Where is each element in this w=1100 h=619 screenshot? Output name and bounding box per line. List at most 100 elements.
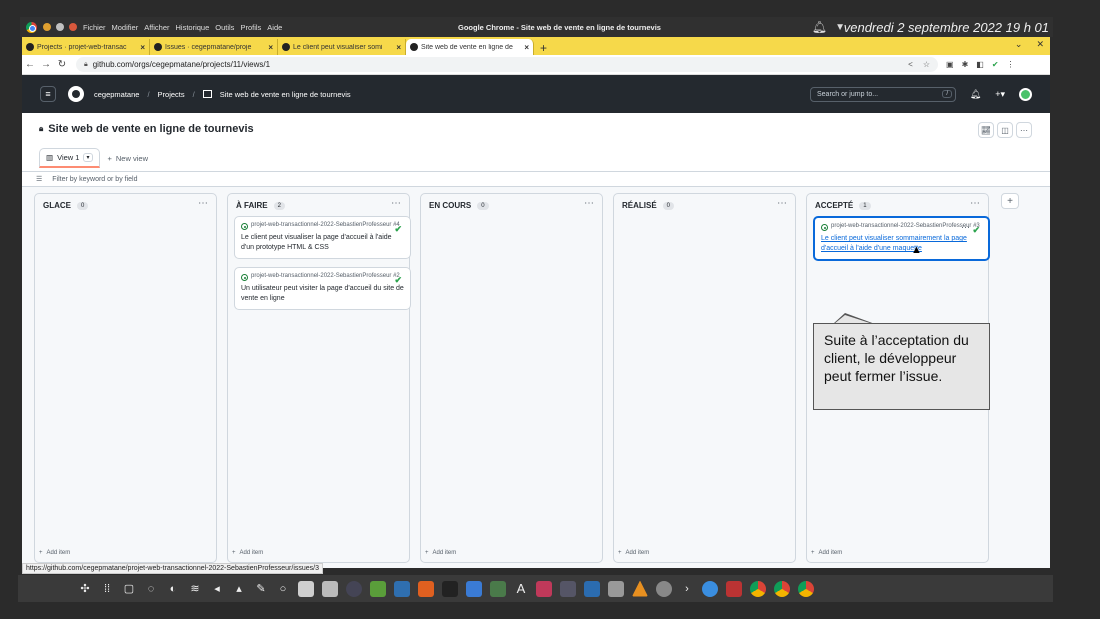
more-options-icon[interactable]: ⋯ (1016, 122, 1032, 138)
tab-close-icon[interactable]: × (140, 43, 145, 52)
card-title[interactable]: Le client peut visualiser la page d'accu… (241, 233, 404, 253)
tab-view-1[interactable]: ▥ View 1 ▾ (39, 148, 100, 168)
breadcrumb-project[interactable]: Site web de vente en ligne de tournevis (220, 90, 351, 99)
tab-close-icon[interactable]: × (396, 43, 401, 52)
chrome-icon[interactable] (798, 580, 814, 597)
window-minimize-button[interactable] (43, 23, 51, 31)
tab-close-icon[interactable]: × (268, 43, 273, 52)
sublime-icon[interactable] (418, 580, 434, 597)
add-item-button[interactable]: + Add item (425, 550, 456, 556)
file-manager-icon[interactable] (298, 580, 314, 597)
new-view-button[interactable]: + New view (108, 154, 148, 163)
image-viewer-icon[interactable] (490, 580, 506, 597)
card-title-link[interactable]: Le client peut visualiser sommairement l… (821, 234, 982, 254)
column-more-icon[interactable]: ⋯ (970, 198, 980, 209)
tab-project-board[interactable]: Site web de vente en ligne de × (406, 39, 534, 55)
tab-close-icon[interactable]: × (524, 43, 529, 52)
card-title[interactable]: Un utilisateur peut visiter la page d'ac… (241, 284, 404, 304)
add-item-button[interactable]: + Add item (811, 550, 842, 556)
create-new-plus-icon[interactable]: +▾ (995, 89, 1005, 100)
lock-icon[interactable]: 🔒︎ (84, 61, 88, 69)
check-extension-icon[interactable]: ✔ (992, 60, 999, 69)
share-icon[interactable]: < (908, 60, 913, 69)
card-more-icon[interactable]: ⋯ (961, 222, 970, 233)
tab-issues[interactable]: Issues · cegepmatane/proje × (150, 39, 278, 55)
notification-bell-icon[interactable]: 🔔︎ (812, 20, 827, 34)
reload-icon[interactable]: ↻ (54, 59, 70, 70)
dock-icon[interactable] (560, 580, 576, 597)
volume-icon[interactable]: ◂ (210, 582, 224, 595)
more-arrow-icon[interactable]: › (680, 583, 694, 595)
editor-icon[interactable] (584, 580, 600, 597)
chat-icon[interactable] (656, 580, 672, 597)
column-more-icon[interactable]: ⋯ (198, 198, 208, 209)
new-tab-button[interactable]: + (540, 41, 547, 55)
notification-bell-icon[interactable]: 🔔︎ (970, 89, 981, 100)
browser-icon[interactable] (702, 580, 718, 597)
pen-icon[interactable]: ✎ (254, 582, 268, 595)
window-icon[interactable]: ▢ (122, 582, 136, 595)
issue-card-selected[interactable]: projet-web-transactionnel-2022-Sebastien… (813, 216, 990, 261)
insights-graph-icon[interactable]: 📈︎ (978, 122, 994, 138)
github-logo-icon[interactable] (68, 86, 84, 102)
tool-icon[interactable] (608, 580, 624, 597)
view-dropdown-icon[interactable]: ▾ (83, 153, 93, 162)
column-more-icon[interactable]: ⋯ (584, 198, 594, 209)
tab-issue-detail[interactable]: Le client peut visualiser somi × (278, 39, 406, 55)
clock[interactable]: vendredi 2 septembre 2022 19 h 01 (844, 20, 1049, 35)
chrome-icon[interactable] (774, 580, 790, 597)
grid-icon[interactable]: ⁞⁞ (100, 583, 114, 595)
chrome-icon[interactable] (750, 580, 766, 597)
menu-help[interactable]: Aide (267, 23, 282, 32)
virtualbox-icon[interactable] (394, 580, 410, 597)
hamburger-menu-icon[interactable]: ≡ (40, 86, 56, 102)
url-field[interactable]: 🔒︎ github.com/orgs/cegepmatane/projects/… (76, 57, 938, 72)
files-icon[interactable] (322, 580, 338, 597)
column-more-icon[interactable]: ⋯ (777, 198, 787, 209)
menu-history[interactable]: Historique (176, 23, 210, 32)
tab-projects[interactable]: Projects · projet-web-transac × (22, 39, 150, 55)
font-icon[interactable]: A (514, 581, 528, 596)
side-panel-icon[interactable]: ◫ (997, 122, 1013, 138)
issue-card[interactable]: projet-web-transactionnel-2022-Sebastien… (234, 216, 411, 259)
window-close-button[interactable] (69, 23, 77, 31)
wifi-icon[interactable]: ≋ (188, 582, 202, 595)
terminal-icon[interactable] (442, 580, 458, 597)
window-maximize-button[interactable] (56, 23, 64, 31)
settings-icon[interactable]: ◌ (144, 583, 158, 595)
app-circle-icon[interactable] (346, 580, 362, 597)
menu-profiles[interactable]: Profils (240, 23, 261, 32)
camera-extension-icon[interactable]: ▣ (946, 60, 954, 69)
up-arrow-icon[interactable]: ▴ (232, 582, 246, 595)
terminal-green-icon[interactable] (370, 580, 386, 597)
vlc-icon[interactable] (632, 580, 648, 597)
sidepanel-icon[interactable]: ◧ (976, 60, 984, 69)
menu-tools[interactable]: Outils (215, 23, 234, 32)
column-more-icon[interactable]: ⋯ (391, 198, 401, 209)
privacy-icon[interactable]: ◐ (166, 583, 180, 595)
filter-input[interactable]: Filter by keyword or by field (52, 176, 137, 183)
breadcrumb-org[interactable]: cegepmatane (94, 90, 139, 99)
add-item-button[interactable]: + Add item (39, 550, 70, 556)
back-arrow-icon[interactable]: ← (22, 59, 38, 70)
menu-edit[interactable]: Modifier (112, 23, 139, 32)
add-item-button[interactable]: + Add item (232, 550, 263, 556)
filter-bar[interactable]: ☰ Filter by keyword or by field (22, 171, 1050, 187)
tab-search-icon[interactable]: ⌄ (1015, 39, 1023, 50)
menu-view[interactable]: Afficher (144, 23, 169, 32)
search-input[interactable]: Search or jump to... / (810, 86, 956, 102)
circle-icon[interactable]: ○ (276, 583, 290, 595)
calendar-icon[interactable] (726, 580, 742, 597)
avatar[interactable] (1019, 87, 1032, 101)
presentation-icon[interactable] (536, 580, 552, 597)
bookmark-star-icon[interactable]: ☆ (923, 60, 930, 69)
chrome-menu-icon[interactable]: ⋮ (1007, 60, 1015, 69)
menu-file[interactable]: Fichier (83, 23, 106, 32)
window-close-icon[interactable]: ✕ (1036, 39, 1044, 50)
issue-card[interactable]: projet-web-transactionnel-2022-Sebastien… (234, 267, 411, 310)
forward-arrow-icon[interactable]: → (38, 59, 54, 70)
breadcrumb-projects[interactable]: Projects (158, 90, 185, 99)
add-item-button[interactable]: + Add item (618, 550, 649, 556)
add-column-button[interactable]: + (1001, 193, 1019, 209)
vscode-icon[interactable] (466, 580, 482, 597)
